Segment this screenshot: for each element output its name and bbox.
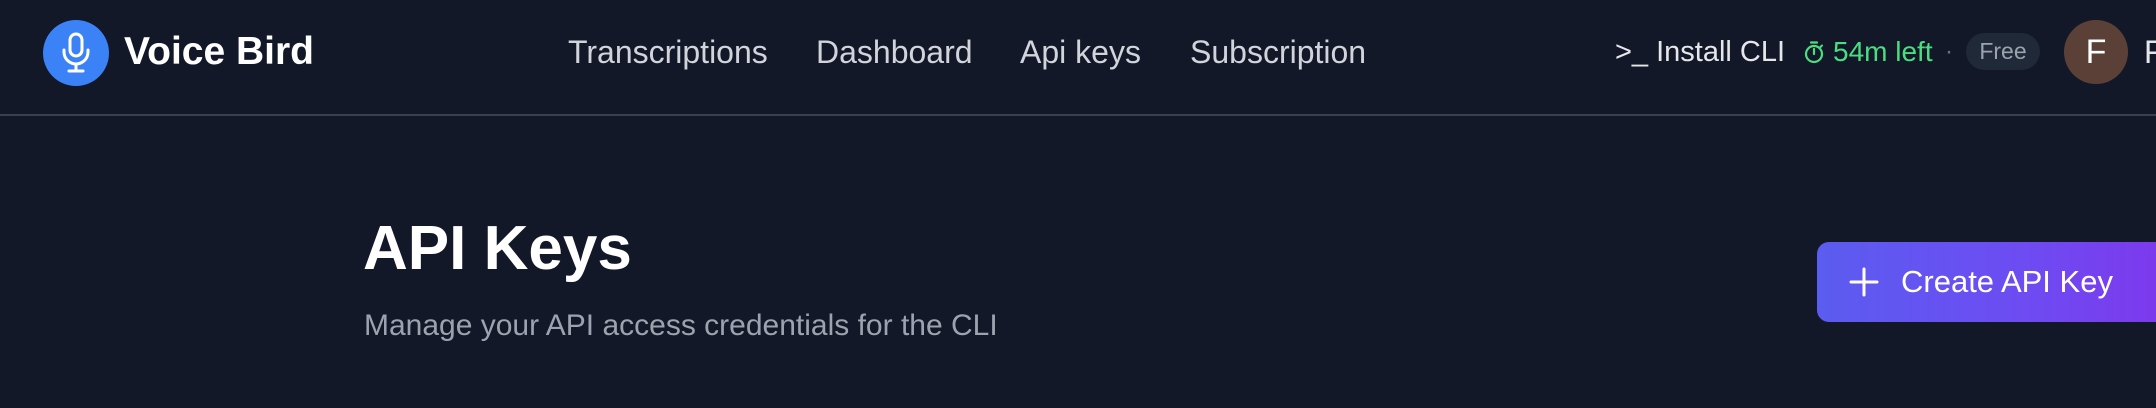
page-title: API Keys: [363, 214, 632, 283]
separator-dot: ·: [1945, 38, 1953, 65]
user-name[interactable]: F: [2144, 32, 2156, 72]
create-api-key-button[interactable]: Create API Key: [1817, 242, 2156, 322]
logo[interactable]: [43, 20, 109, 86]
user-avatar[interactable]: F: [2064, 20, 2128, 84]
microphone-icon: [62, 32, 90, 73]
time-remaining-text: 54m left: [1833, 36, 1933, 67]
nav-api-keys[interactable]: Api keys: [1020, 30, 1141, 74]
create-api-key-label: Create API Key: [1901, 264, 2113, 299]
page: Voice Bird Transcriptions Dashboard Api …: [0, 0, 2156, 408]
install-cli-button[interactable]: >_ Install CLI: [1615, 32, 1785, 72]
top-navbar: Voice Bird Transcriptions Dashboard Api …: [0, 0, 2156, 116]
plus-icon: [1849, 267, 1879, 297]
page-subtitle: Manage your API access credentials for t…: [364, 309, 998, 342]
time-remaining: 54m left: [1803, 32, 1933, 72]
plan-badge: Free: [1966, 33, 2040, 70]
nav-transcriptions[interactable]: Transcriptions: [568, 30, 768, 74]
nav-subscription[interactable]: Subscription: [1190, 30, 1366, 74]
stopwatch-icon: [1804, 41, 1824, 64]
nav-dashboard[interactable]: Dashboard: [816, 30, 973, 74]
brand-name[interactable]: Voice Bird: [124, 28, 314, 76]
